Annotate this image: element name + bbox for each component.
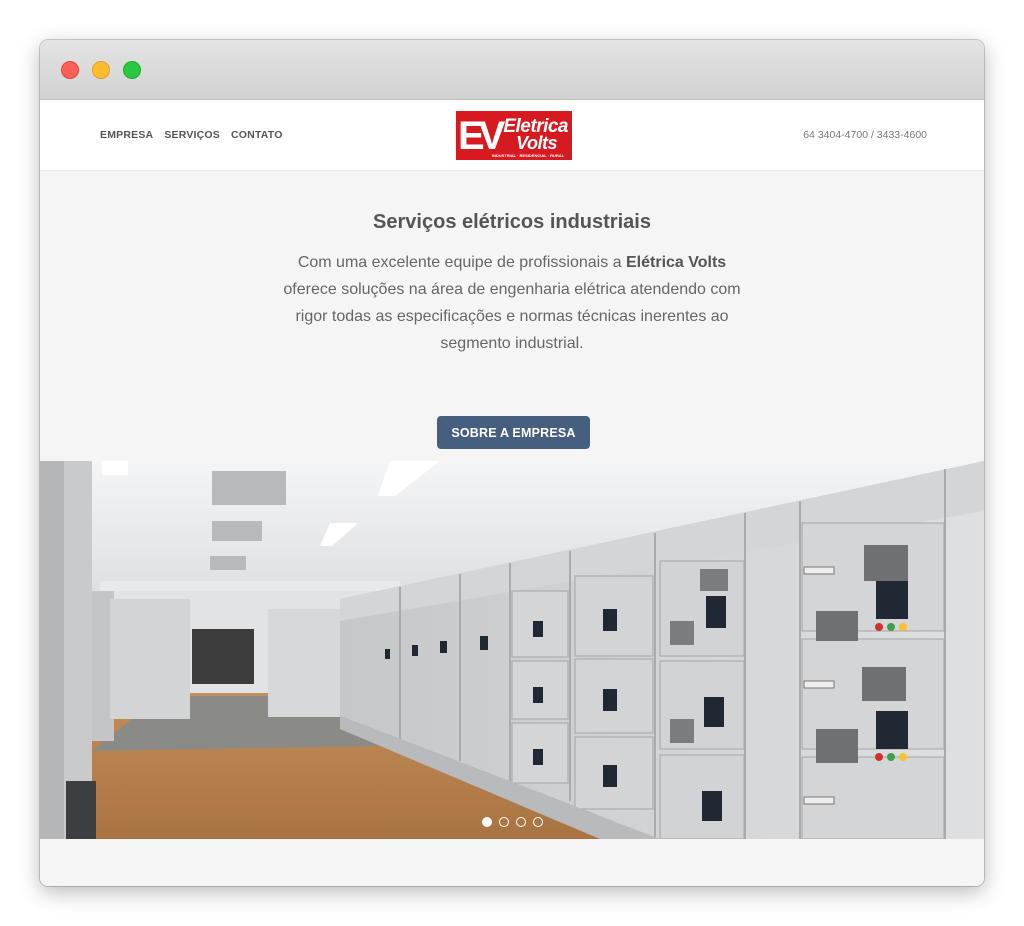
close-window-button[interactable] (61, 61, 79, 79)
carousel-dot-4[interactable] (533, 817, 543, 827)
site-header: EMPRESA SERVIÇOS CONTATO EV Eletrica Vol… (40, 100, 984, 171)
hero-section: Serviços elétricos industriais Com uma e… (40, 171, 984, 461)
carousel-dot-3[interactable] (516, 817, 526, 827)
main-nav: EMPRESA SERVIÇOS CONTATO (100, 129, 283, 141)
logo-tagline: INDUSTRIAL · RESIDENCIAL · RURAL (492, 153, 565, 158)
hero-brand-name: Elétrica Volts (626, 254, 727, 271)
switchgear-room-photo (40, 461, 984, 839)
nav-link-contato[interactable]: CONTATO (231, 129, 283, 141)
browser-window: EMPRESA SERVIÇOS CONTATO EV Eletrica Vol… (40, 40, 984, 886)
hero-title: Serviços elétricos industriais (373, 211, 651, 233)
carousel-dot-1[interactable] (482, 817, 492, 827)
hero-description: Com uma excelente equipe de profissionai… (272, 249, 752, 357)
title-bar (40, 40, 984, 100)
carousel-indicators (482, 817, 543, 827)
minimize-window-button[interactable] (92, 61, 110, 79)
phone-numbers: 64 3404-4700 / 3433-4600 (803, 129, 927, 141)
carousel-dot-2[interactable] (499, 817, 509, 827)
company-logo[interactable]: EV Eletrica Volts INDUSTRIAL · RESIDENCI… (456, 111, 572, 160)
nav-link-servicos[interactable]: SERVIÇOS (164, 129, 220, 141)
image-carousel[interactable] (40, 461, 984, 839)
page-bottom (40, 839, 984, 886)
logo-line2: Volts (516, 133, 557, 153)
about-company-button[interactable]: SOBRE A EMPRESA (437, 416, 590, 449)
maximize-window-button[interactable] (123, 61, 141, 79)
nav-link-empresa[interactable]: EMPRESA (100, 129, 153, 141)
logo-mark: EV (458, 114, 506, 158)
hero-desc-end: oferece soluções na área de engenharia e… (283, 281, 741, 352)
hero-desc-start: Com uma excelente equipe de profissionai… (297, 254, 626, 271)
